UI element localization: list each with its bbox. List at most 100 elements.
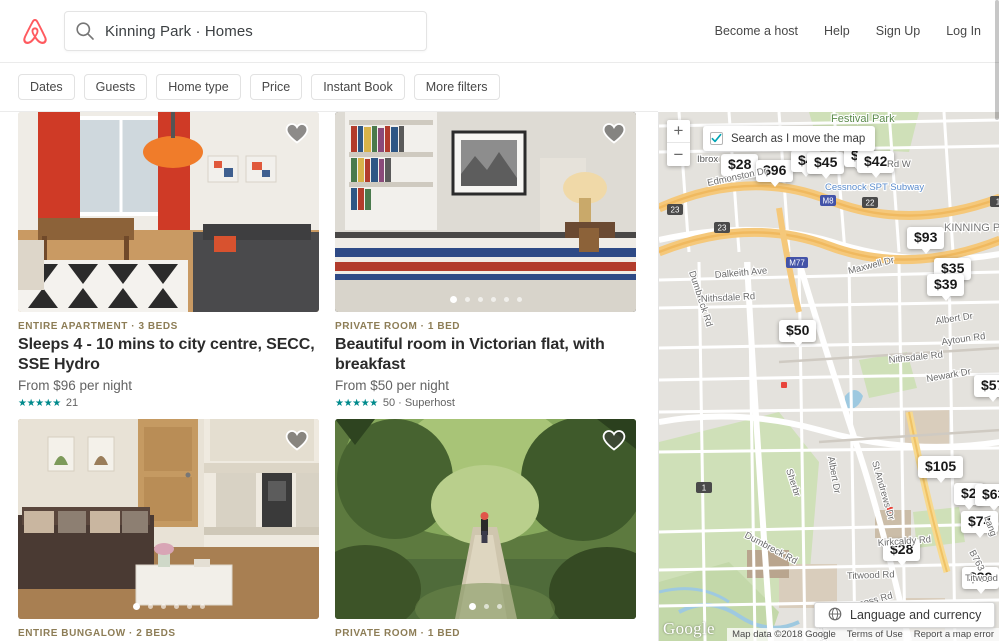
search-icon <box>75 21 95 41</box>
route-shield: M77 <box>786 257 808 268</box>
carousel-dot[interactable] <box>490 297 496 302</box>
review-count: 21 <box>65 397 79 409</box>
listing-photo[interactable] <box>18 112 319 312</box>
carousel-dot[interactable] <box>160 604 166 609</box>
svg-text:23: 23 <box>671 206 680 215</box>
zoom-in-button[interactable]: + <box>667 120 690 143</box>
checkbox-icon[interactable] <box>710 132 723 145</box>
listing-rating: ★★★★★ 50 · Superhost <box>335 397 636 409</box>
map-label: Nithsdale Rd <box>888 349 943 366</box>
google-watermark: Google <box>663 619 715 638</box>
carousel-dot[interactable] <box>199 604 205 609</box>
map-label: Dalkeith Ave <box>714 265 767 281</box>
route-shield: 23 <box>667 204 683 215</box>
search-as-i-move-toggle[interactable]: Search as I move the map <box>703 126 876 151</box>
map-label: Nithsdale Rd <box>701 291 756 305</box>
airbnb-search-page: Kinning Park · Homes Become a host Help … <box>0 0 999 641</box>
language-and-currency-button[interactable]: Language and currency <box>814 602 996 628</box>
svg-text:M8: M8 <box>822 197 834 206</box>
listing-card[interactable]: ENTIRE APARTMENT · 3 BEDS Sleeps 4 - 10 … <box>18 112 319 409</box>
heart-icon[interactable] <box>285 429 309 451</box>
route-shield: M8 <box>820 195 836 206</box>
carousel-dot[interactable] <box>132 603 140 610</box>
svg-text:22: 22 <box>866 199 875 208</box>
filter-instant-book[interactable]: Instant Book <box>311 74 405 100</box>
filter-home-type[interactable]: Home type <box>156 74 241 100</box>
nav-sign-up[interactable]: Sign Up <box>876 24 920 38</box>
map-zoom-controls: + − <box>667 120 690 166</box>
page-scrollbar[interactable] <box>995 0 999 641</box>
photo-carousel-dots <box>18 603 319 610</box>
carousel-dot[interactable] <box>497 604 502 609</box>
review-count: 50 · Superhost <box>382 397 455 409</box>
terms-of-use-link[interactable]: Terms of Use <box>847 629 903 640</box>
filter-guests[interactable]: Guests <box>83 74 148 100</box>
site-header: Kinning Park · Homes Become a host Help … <box>0 0 999 63</box>
heart-icon[interactable] <box>285 122 309 144</box>
nav-log-in[interactable]: Log In <box>946 24 981 38</box>
carousel-dot[interactable] <box>469 603 476 610</box>
map-label: Albert Dr <box>935 311 974 327</box>
listing-price: From $50 per night <box>335 378 450 393</box>
map-label: Kirkcaldy Rd <box>877 534 931 549</box>
svg-text:23: 23 <box>718 224 727 233</box>
carousel-dot[interactable] <box>477 297 483 302</box>
carousel-dot[interactable] <box>173 604 179 609</box>
photo-carousel-dots <box>335 296 636 303</box>
star-rating-icon: ★★★★★ <box>18 397 61 409</box>
listing-photo[interactable] <box>335 419 636 619</box>
listing-photo[interactable] <box>335 112 636 312</box>
listing-card[interactable]: PRIVATE ROOM · 1 BED <box>335 419 636 639</box>
filter-more-filters[interactable]: More filters <box>413 74 500 100</box>
report-map-error-link[interactable]: Report a map error <box>914 629 994 640</box>
listing-photo[interactable] <box>18 419 319 619</box>
heart-icon[interactable] <box>602 429 626 451</box>
map-label: Dumbreck Rd <box>743 530 799 567</box>
search-value: Kinning Park · Homes <box>105 22 253 40</box>
map-label: Edmonston Dr <box>706 166 768 189</box>
map-label: Festival Park <box>831 113 895 125</box>
nav-help[interactable]: Help <box>824 24 850 38</box>
map-panel[interactable]: Festival Park Ibrox Cessnock SPT Subway Edm… <box>658 112 999 641</box>
map-label: Aytoun Rd <box>941 331 986 348</box>
map-label: B763 <box>966 548 986 573</box>
carousel-dot[interactable] <box>449 296 457 303</box>
map-label: Albert Dr <box>825 456 842 495</box>
route-shield: 22 <box>862 197 878 208</box>
search-input[interactable]: Kinning Park · Homes <box>64 11 427 51</box>
zoom-out-button[interactable]: − <box>667 143 690 166</box>
carousel-dot[interactable] <box>464 297 470 302</box>
nav-become-a-host[interactable]: Become a host <box>715 24 798 38</box>
carousel-dot[interactable] <box>147 604 153 609</box>
carousel-dot[interactable] <box>503 297 509 302</box>
filter-price[interactable]: Price <box>249 74 303 100</box>
listing-card[interactable]: PRIVATE ROOM · 1 BED Beautiful room in V… <box>335 112 636 409</box>
carousel-dot[interactable] <box>186 604 192 609</box>
map-data-credit: Map data ©2018 Google <box>732 629 836 640</box>
route-shield: 23 <box>714 222 730 233</box>
airbnb-logo[interactable] <box>18 14 52 48</box>
map-attribution: Map data ©2018 Google Terms of Use Repor… <box>727 628 999 641</box>
map-label: Titwood Rd <box>847 569 895 582</box>
map-label: Rd W <box>887 159 911 170</box>
heart-icon[interactable] <box>602 122 626 144</box>
listing-meta: PRIVATE ROOM · 1 BED <box>335 619 636 639</box>
route-shield: 1 <box>696 482 712 493</box>
filter-bar: Dates Guests Home type Price Instant Boo… <box>0 63 658 112</box>
carousel-dot[interactable] <box>484 604 489 609</box>
listing-price: From $96 per night <box>18 378 133 393</box>
listing-category: PRIVATE ROOM · 1 BED <box>335 628 461 639</box>
map-label: St Andrews Dr <box>869 460 896 521</box>
globe-icon <box>828 607 842 624</box>
listing-title[interactable]: Sleeps 4 - 10 mins to city centre, SECC,… <box>18 335 319 375</box>
listing-card[interactable]: ENTIRE BUNGALOW · 2 BEDS <box>18 419 319 639</box>
listing-meta: ENTIRE APARTMENT · 3 BEDS Sleeps 4 - 10 … <box>18 312 319 409</box>
svg-text:M77: M77 <box>789 259 805 268</box>
map-label: Newark Dr <box>926 366 972 385</box>
listing-title[interactable]: Beautiful room in Victorian flat, with b… <box>335 335 636 375</box>
filter-dates[interactable]: Dates <box>18 74 75 100</box>
listing-rating: ★★★★★ 21 <box>18 397 319 409</box>
language-and-currency-label: Language and currency <box>850 608 982 622</box>
carousel-dot[interactable] <box>516 297 522 302</box>
listing-category: ENTIRE BUNGALOW · 2 BEDS <box>18 628 176 639</box>
